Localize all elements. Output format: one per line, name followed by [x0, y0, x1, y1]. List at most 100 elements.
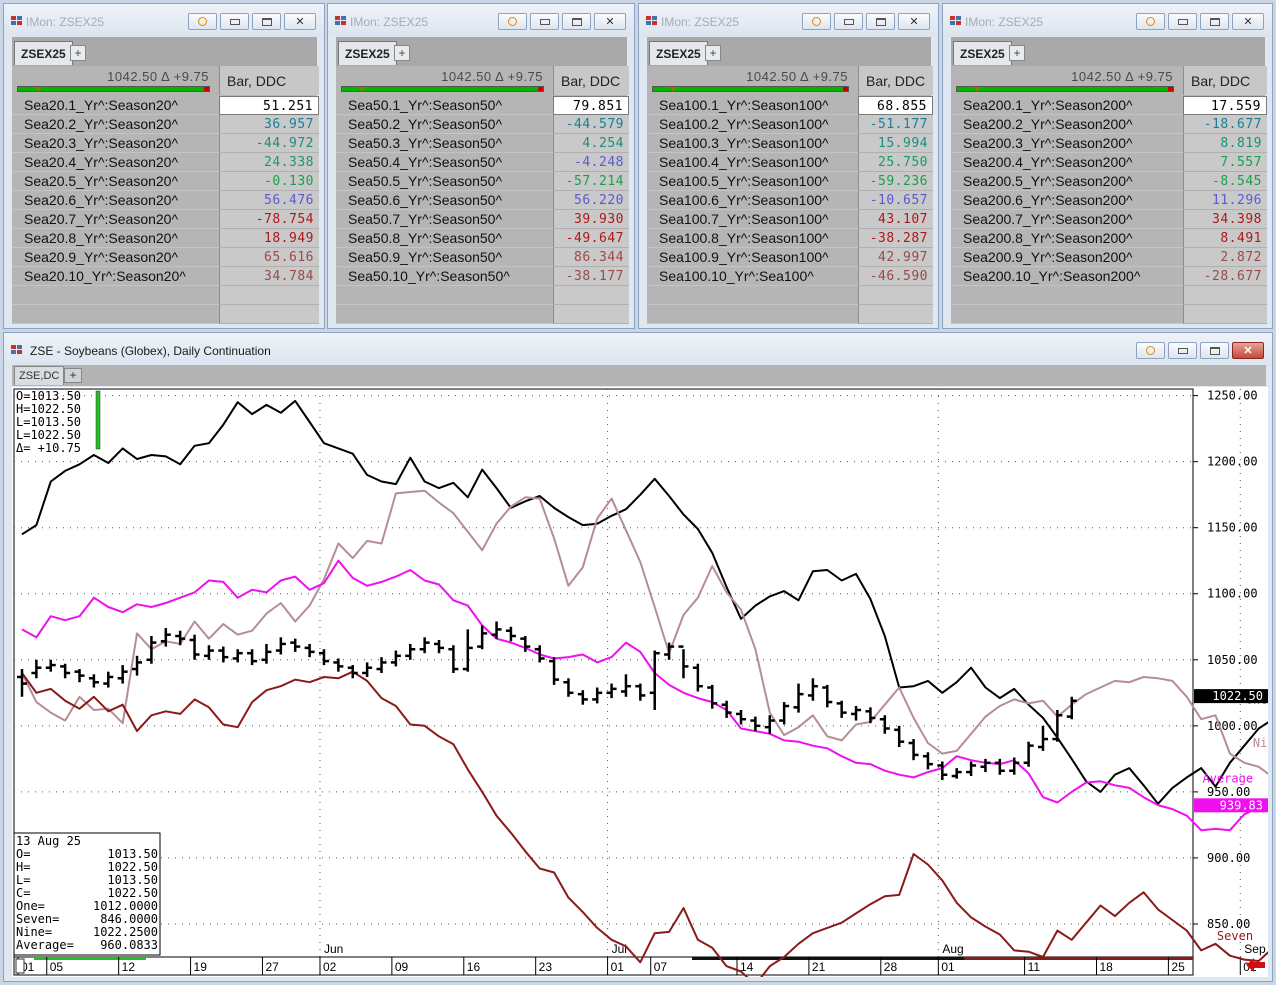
quote-row[interactable]: Sea200.7_Yr^:Season200^ 34.398	[951, 210, 1267, 229]
link-button[interactable]	[1136, 342, 1165, 359]
add-tab-button[interactable]: +	[705, 45, 721, 61]
maximize-button[interactable]	[562, 13, 591, 30]
quote-row[interactable]: Sea200.5_Yr^:Season200^ -8.545	[951, 172, 1267, 191]
link-button[interactable]	[188, 13, 217, 30]
quote-row[interactable]: Sea50.8_Yr^:Season50^ -49.647	[336, 229, 629, 248]
close-button[interactable]: ✕	[1232, 342, 1264, 359]
imon-window-3[interactable]: IMon: ZSEX25 ✕ ZSEX25 +1042.50 Δ +9.75 Bar, …	[638, 3, 939, 329]
quote-row[interactable]: Sea50.2_Yr^:Season50^ -44.579	[336, 115, 629, 134]
chart-window[interactable]: ZSE - Soybeans (Globex), Daily Continuat…	[3, 332, 1273, 982]
quote-row[interactable]: Sea20.9_Yr^:Season20^ 65.616	[12, 248, 319, 267]
quote-row[interactable]: Sea20.8_Yr^:Season20^ 18.949	[12, 229, 319, 248]
quote-row[interactable]: Sea100.1_Yr^:Season100^ 68.855	[647, 96, 933, 115]
scroll-left-arrow-icon[interactable]	[1246, 958, 1266, 972]
quote-row[interactable]: Sea50.9_Yr^:Season50^ 86.344	[336, 248, 629, 267]
quote-row[interactable]: Sea100.3_Yr^:Season100^ 15.994	[647, 134, 933, 153]
tab-zsex25[interactable]: ZSEX25	[953, 41, 1012, 65]
imon-window-4[interactable]: IMon: ZSEX25 ✕ ZSEX25 +1042.50 Δ +9.75 Bar, …	[942, 3, 1273, 329]
maximize-button[interactable]	[1200, 13, 1229, 30]
add-tab-button[interactable]: +	[394, 45, 410, 61]
quote-row[interactable]: Sea200.3_Yr^:Season200^ 8.819	[951, 134, 1267, 153]
imon-titlebar[interactable]: IMon: ZSEX25 ✕	[328, 4, 634, 37]
tab-zsex25[interactable]: ZSEX25	[649, 41, 708, 65]
quote-row[interactable]: Sea200.9_Yr^:Season200^ 2.872	[951, 248, 1267, 267]
quote-row[interactable]: Sea200.10_Yr^:Season200^ -28.677	[951, 267, 1267, 286]
quote-row[interactable]: Sea100.9_Yr^:Season100^ 42.997	[647, 248, 933, 267]
minimize-button[interactable]	[1168, 13, 1197, 30]
minimize-button[interactable]	[834, 13, 863, 30]
quote-row[interactable]: Sea100.6_Yr^:Season100^ -10.657	[647, 191, 933, 210]
quote-row[interactable]: Sea20.5_Yr^:Season20^ -0.130	[12, 172, 319, 191]
quote-row[interactable]: Sea100.7_Yr^:Season100^ 43.107	[647, 210, 933, 229]
empty-value-cell	[858, 286, 933, 305]
quote-row[interactable]: Sea200.2_Yr^:Season200^ -18.677	[951, 115, 1267, 134]
minimize-button[interactable]	[1168, 342, 1197, 359]
bar-type-header[interactable]: Bar, DDC	[1183, 66, 1267, 95]
quote-row[interactable]: Sea20.3_Yr^:Season20^ -44.972	[12, 134, 319, 153]
minimize-button[interactable]	[220, 13, 249, 30]
quote-row[interactable]: Sea100.10_Yr^:Sea100^ -46.590	[647, 267, 933, 286]
imon-titlebar[interactable]: IMon: ZSEX25 ✕	[4, 4, 324, 37]
quote-row[interactable]: Sea200.6_Yr^:Season200^ 11.296	[951, 191, 1267, 210]
link-button[interactable]	[498, 13, 527, 30]
symbol-cell: Sea20.2_Yr^:Season20^	[12, 115, 219, 134]
quote-row[interactable]: Sea50.1_Yr^:Season50^ 79.851	[336, 96, 629, 115]
tab-zse-dc[interactable]: ZSE,DC	[14, 366, 65, 385]
link-button[interactable]	[802, 13, 831, 30]
tab-zsex25[interactable]: ZSEX25	[14, 41, 73, 65]
quote-row[interactable]: Sea20.10_Yr^:Season20^ 34.784	[12, 267, 319, 286]
close-button[interactable]: ✕	[898, 13, 930, 30]
empty-row	[647, 305, 933, 324]
quote-row[interactable]: Sea20.6_Yr^:Season20^ 56.476	[12, 191, 319, 210]
range-marker-icon	[358, 87, 366, 92]
imon-titlebar[interactable]: IMon: ZSEX25 ✕	[943, 4, 1272, 37]
quote-row[interactable]: Sea50.10_Yr^:Season50^ -38.177	[336, 267, 629, 286]
close-button[interactable]: ✕	[1232, 13, 1264, 30]
maximize-button[interactable]	[1200, 342, 1229, 359]
quote-row[interactable]: Sea100.5_Yr^:Season100^ -59.236	[647, 172, 933, 191]
quote-row[interactable]: Sea20.7_Yr^:Season20^ -78.754	[12, 210, 319, 229]
quote-row[interactable]: Sea100.4_Yr^:Season100^ 25.750	[647, 153, 933, 172]
link-button[interactable]	[1136, 13, 1165, 30]
quote-row[interactable]: Sea50.7_Yr^:Season50^ 39.930	[336, 210, 629, 229]
y-tick-label: 1200.00	[1207, 455, 1258, 469]
empty-symbol-cell	[336, 305, 553, 324]
value-cell: -8.545	[1183, 172, 1267, 191]
bar-type-header[interactable]: Bar, DDC	[219, 66, 319, 95]
bar-type-header[interactable]: Bar, DDC	[553, 66, 629, 95]
quote-row[interactable]: Sea100.8_Yr^:Season100^ -38.287	[647, 229, 933, 248]
maximize-button[interactable]	[252, 13, 281, 30]
imon-window-1[interactable]: IMon: ZSEX25 ✕ ZSEX25 +1042.50 Δ +9.75 Bar, …	[3, 3, 325, 329]
bar-type-header[interactable]: Bar, DDC	[858, 66, 933, 95]
y-tick-label: 1100.00	[1207, 587, 1258, 601]
close-button[interactable]: ✕	[594, 13, 626, 30]
value-cell: -0.130	[219, 172, 319, 191]
minimize-button[interactable]	[530, 13, 559, 30]
add-tab-button[interactable]: +	[1009, 45, 1025, 61]
imon-window-2[interactable]: IMon: ZSEX25 ✕ ZSEX25 +1042.50 Δ +9.75 Bar, …	[327, 3, 635, 329]
imon-titlebar[interactable]: IMon: ZSEX25 ✕	[639, 4, 938, 37]
maximize-button[interactable]	[866, 13, 895, 30]
value-cell: -78.754	[219, 210, 319, 229]
tab-zsex25[interactable]: ZSEX25	[338, 41, 397, 65]
quote-row[interactable]: Sea20.1_Yr^:Season20^ 51.251	[12, 96, 319, 115]
scroll-handle[interactable]	[15, 958, 25, 974]
quote-row[interactable]: Sea200.1_Yr^:Season200^ 17.559	[951, 96, 1267, 115]
add-tab-button[interactable]: +	[70, 45, 86, 61]
quote-row[interactable]: Sea50.6_Yr^:Season50^ 56.220	[336, 191, 629, 210]
quote-row[interactable]: Sea20.4_Yr^:Season20^ 24.338	[12, 153, 319, 172]
close-button[interactable]: ✕	[284, 13, 316, 30]
quote-row[interactable]: Sea50.4_Yr^:Season50^ -4.248	[336, 153, 629, 172]
empty-value-cell	[553, 305, 629, 324]
quote-row[interactable]: Sea50.5_Yr^:Season50^ -57.214	[336, 172, 629, 191]
quote-row[interactable]: Sea200.4_Yr^:Season200^ 7.557	[951, 153, 1267, 172]
month-label: Aug	[942, 942, 963, 956]
price-chart[interactable]: 1250.00 1200.00 1150.00 1100.00 1050.00 1000.…	[12, 387, 1268, 977]
quote-row[interactable]: Sea100.2_Yr^:Season100^ -51.177	[647, 115, 933, 134]
quote-row[interactable]: Sea200.8_Yr^:Season200^ 8.491	[951, 229, 1267, 248]
quote-row[interactable]: Sea50.3_Yr^:Season50^ 4.254	[336, 134, 629, 153]
quote-row[interactable]: Sea20.2_Yr^:Season20^ 36.957	[12, 115, 319, 134]
add-tab-button[interactable]: +	[64, 368, 82, 383]
empty-symbol-cell	[12, 305, 219, 324]
chart-titlebar[interactable]: ZSE - Soybeans (Globex), Daily Continuat…	[4, 333, 1272, 366]
